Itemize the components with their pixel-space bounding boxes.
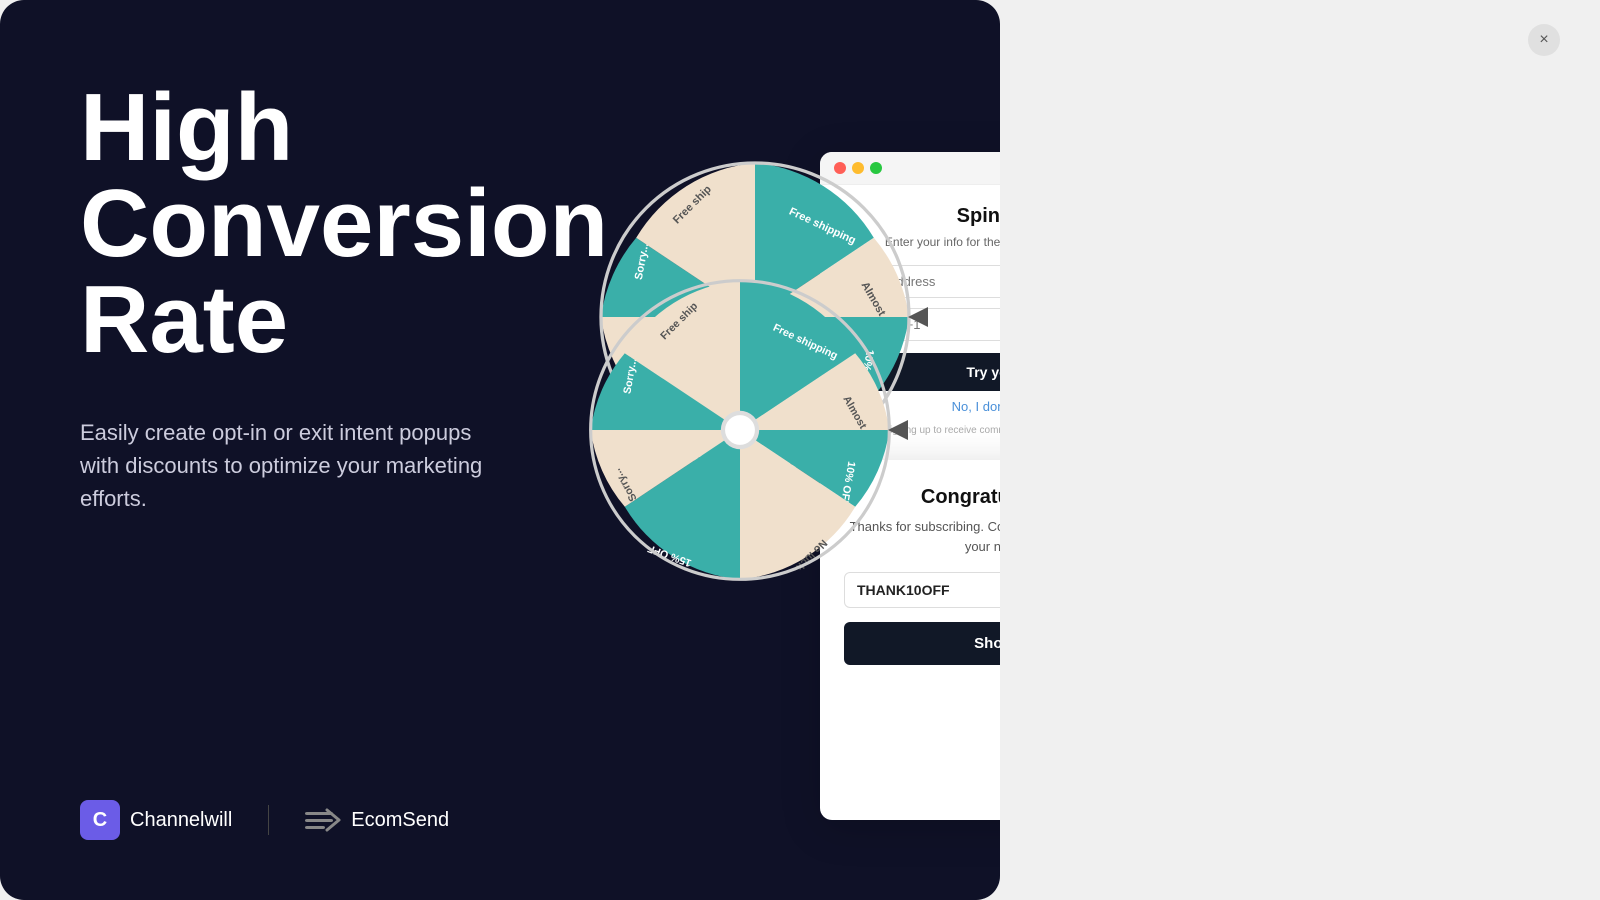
- wheel-svg-bottom: Free shipping Almost 10% OFF No luck 15%…: [580, 270, 900, 590]
- channelwill-name: Channelwill: [130, 809, 232, 832]
- ecomsend-name: EcomSend: [351, 809, 449, 832]
- channelwill-brand: C Channelwill: [80, 800, 232, 840]
- spin-wheel-bottom: Free shipping Almost 10% OFF No luck 15%…: [580, 270, 900, 590]
- channelwill-icon: C: [80, 800, 120, 840]
- hero-subtitle: Easily create opt-in or exit intent popu…: [80, 416, 500, 515]
- ecomsend-brand: EcomSend: [305, 802, 449, 838]
- left-panel: High Conversion Rate Easily create opt-i…: [0, 0, 1000, 900]
- wheel-arrow-top: [908, 307, 928, 327]
- wheel-arrow-bottom: [888, 420, 908, 440]
- brand-divider: [268, 805, 269, 835]
- shop-now-button[interactable]: Shop now: [844, 622, 1000, 665]
- brand-logos: C Channelwill EcomSend: [80, 800, 449, 840]
- close-icon: ×: [1539, 31, 1548, 49]
- right-panel: ×: [1000, 0, 1600, 900]
- ecomsend-icon: [305, 802, 341, 838]
- close-button[interactable]: ×: [1528, 24, 1560, 56]
